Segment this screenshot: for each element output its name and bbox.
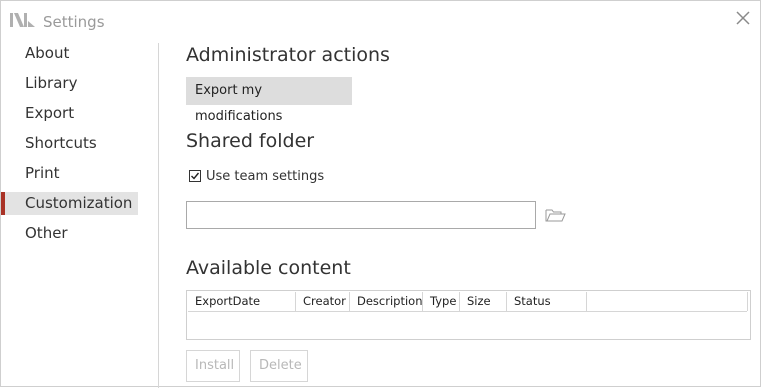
app-logo-icon [10,13,35,27]
sidebar-item-customization[interactable]: Customization [1,192,138,215]
title-bar: Settings [1,1,760,41]
sidebar-item-label: Other [25,224,68,242]
sidebar-divider [158,43,159,388]
column-header-description[interactable]: Description [350,292,423,311]
sidebar-item-label: Shortcuts [25,134,97,152]
use-team-settings-row: Use team settings [189,168,324,184]
close-icon [736,11,750,25]
sidebar-item-library[interactable]: Library [1,72,138,95]
sidebar-item-label: Print [25,164,60,182]
use-team-settings-label: Use team settings [206,168,325,184]
column-header-type[interactable]: Type [423,292,460,311]
column-header-filler [587,292,748,311]
delete-button[interactable]: Delete [250,350,308,382]
available-content-table[interactable]: ExportDate Creator Description Type Size… [186,290,751,340]
use-team-settings-checkbox[interactable] [189,170,201,182]
install-button[interactable]: Install [186,350,240,382]
shared-folder-path-input[interactable] [186,201,536,229]
column-header-exportdate[interactable]: ExportDate [188,292,296,311]
column-header-creator[interactable]: Creator [296,292,350,311]
table-header: ExportDate Creator Description Type Size… [188,292,748,312]
sidebar-item-export[interactable]: Export [1,102,138,125]
sidebar-item-shortcuts[interactable]: Shortcuts [1,132,138,155]
settings-window: Settings About Library Export Shortcuts … [0,0,761,388]
sidebar-item-other[interactable]: Other [1,222,138,245]
sidebar-item-label: Customization [25,194,133,212]
sidebar-item-label: Library [25,74,78,92]
available-content-title: Available content [186,257,351,279]
sidebar-item-about[interactable]: About [1,42,138,65]
settings-sidebar: About Library Export Shortcuts Print Cus… [1,41,159,388]
sidebar-item-label: Export [25,104,75,122]
sidebar-item-print[interactable]: Print [1,162,138,185]
window-title: Settings [43,13,105,31]
column-header-size[interactable]: Size [460,292,507,311]
shared-folder-title: Shared folder [186,130,315,152]
column-header-status[interactable]: Status [507,292,587,311]
checkmark-icon [191,172,200,180]
close-button[interactable] [732,7,754,29]
admin-actions-title: Administrator actions [186,44,390,66]
folder-open-icon[interactable] [545,207,567,223]
sidebar-item-label: About [25,44,70,62]
customization-panel: Administrator actions Export my modifica… [186,41,756,388]
export-modifications-button[interactable]: Export my modifications [186,77,352,124]
